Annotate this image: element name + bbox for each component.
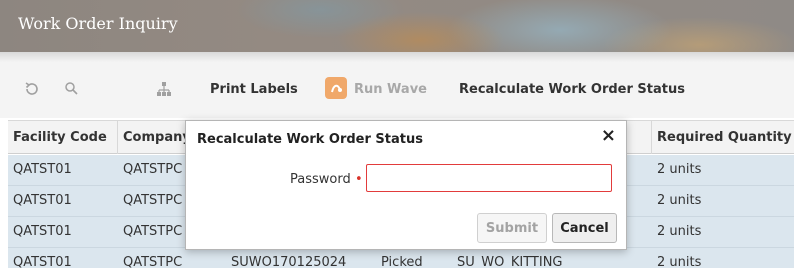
cell-status: Picked (381, 255, 423, 268)
run-wave-icon (325, 77, 347, 99)
cell-required-quantity: 2 units (657, 255, 702, 268)
required-marker: • (355, 172, 363, 187)
dialog-title: Recalculate Work Order Status (197, 132, 423, 147)
cell-facility-code: QATST01 (13, 162, 72, 177)
cell-facility-code: QATST01 (13, 193, 72, 208)
cell-required-quantity: 2 units (657, 162, 702, 177)
cell-facility-code: QATST01 (13, 255, 72, 268)
column-header-facility-code[interactable]: Facility Code (8, 121, 118, 154)
page-title: Work Order Inquiry (18, 14, 178, 33)
page-header: Work Order Inquiry (0, 0, 794, 52)
recalculate-status-button[interactable]: Recalculate Work Order Status (459, 82, 685, 97)
cell-required-quantity: 2 units (657, 224, 702, 239)
cell-facility-code: QATST01 (13, 224, 72, 239)
column-header-required-quantity[interactable]: Required Quantity (652, 121, 794, 154)
cancel-button[interactable]: Cancel (552, 213, 617, 243)
cell-work-order-type: SU_WO_KITTING (457, 255, 563, 268)
cell-work-order-number: SUWO170125024 (231, 255, 347, 268)
hierarchy-icon[interactable] (154, 80, 174, 100)
cell-required-quantity: 2 units (657, 193, 702, 208)
header-divider (0, 52, 794, 62)
refresh-icon[interactable] (22, 80, 42, 100)
search-icon[interactable] (62, 80, 82, 100)
recalculate-status-dialog: Recalculate Work Order Status × Password… (185, 120, 627, 250)
cell-company: QATSTPC (123, 255, 183, 268)
password-input[interactable] (366, 164, 612, 192)
password-label: Password (290, 172, 351, 187)
submit-button[interactable]: Submit (477, 213, 547, 243)
run-wave-button[interactable]: Run Wave (354, 82, 427, 97)
close-icon[interactable]: × (601, 127, 616, 145)
table-row[interactable]: QATST01 QATSTPC SUWO170125024 Picked SU_… (8, 248, 794, 268)
print-labels-button[interactable]: Print Labels (210, 82, 298, 97)
toolbar: Print Labels Run Wave Recalculate Work O… (0, 62, 794, 118)
